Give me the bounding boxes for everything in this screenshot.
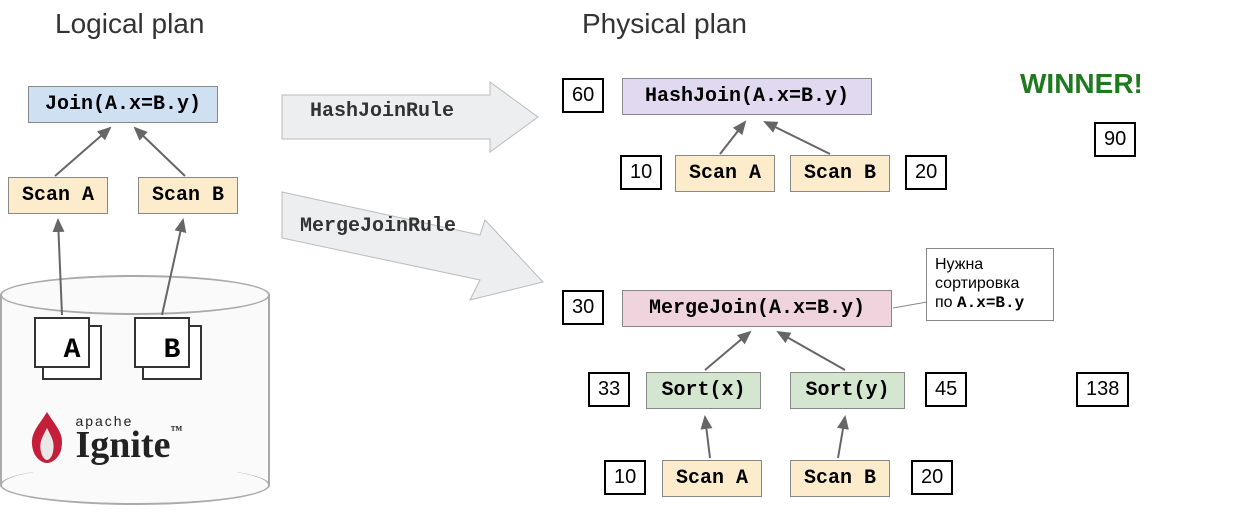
hash-scan-b-cost: 20	[905, 155, 947, 190]
hash-scan-a-node: Scan A	[675, 155, 775, 192]
physical-plan-heading: Physical plan	[582, 8, 747, 40]
merge-scan-b-node: Scan B	[790, 460, 890, 497]
logical-scan-b-node: Scan B	[138, 177, 238, 214]
mergejoin-node: MergeJoin(A.x=B.y)	[622, 290, 892, 327]
merge-scan-a-cost: 10	[604, 460, 646, 495]
sorty-cost: 45	[925, 372, 967, 407]
logo-ignite-text: Ignite	[75, 424, 170, 466]
mergejoinrule-arrow	[280, 180, 550, 340]
table-a-label: A	[44, 335, 100, 366]
winner-label: WINNER!	[1020, 68, 1143, 100]
table-a-box: A	[42, 325, 102, 380]
hash-scan-b-node: Scan B	[790, 155, 890, 192]
logical-plan-heading: Logical plan	[55, 8, 204, 40]
note-line3-mono: A.x=B.y	[957, 294, 1024, 312]
merge-total-cost: 138	[1076, 372, 1129, 407]
apache-ignite-logo: apache Ignite™	[25, 410, 182, 470]
table-b-label: B	[144, 335, 200, 366]
hashjoinrule-label: HashJoinRule	[310, 100, 454, 123]
database-cylinder	[0, 275, 270, 505]
table-b-box: B	[142, 325, 202, 380]
sorty-node: Sort(y)	[790, 372, 905, 409]
note-line2: сортировка	[935, 274, 1045, 293]
mergejoinrule-label: MergeJoinRule	[300, 215, 456, 238]
hash-total-cost: 90	[1094, 122, 1136, 157]
logical-scan-a-node: Scan A	[8, 177, 108, 214]
hash-scan-a-cost: 10	[620, 155, 662, 190]
note-line3-prefix: по	[935, 294, 957, 311]
sortx-cost: 33	[588, 372, 630, 407]
merge-scan-a-node: Scan A	[662, 460, 762, 497]
merge-scan-b-cost: 20	[911, 460, 953, 495]
mergejoin-note: Нужна сортировка по A.x=B.y	[926, 248, 1054, 321]
note-line1: Нужна	[935, 255, 1045, 274]
mergejoin-cost: 30	[562, 290, 604, 325]
hashjoin-cost: 60	[562, 78, 604, 113]
hashjoin-node: HashJoin(A.x=B.y)	[622, 78, 872, 115]
logical-join-node: Join(A.x=B.y)	[28, 86, 218, 123]
sortx-node: Sort(x)	[646, 372, 761, 409]
